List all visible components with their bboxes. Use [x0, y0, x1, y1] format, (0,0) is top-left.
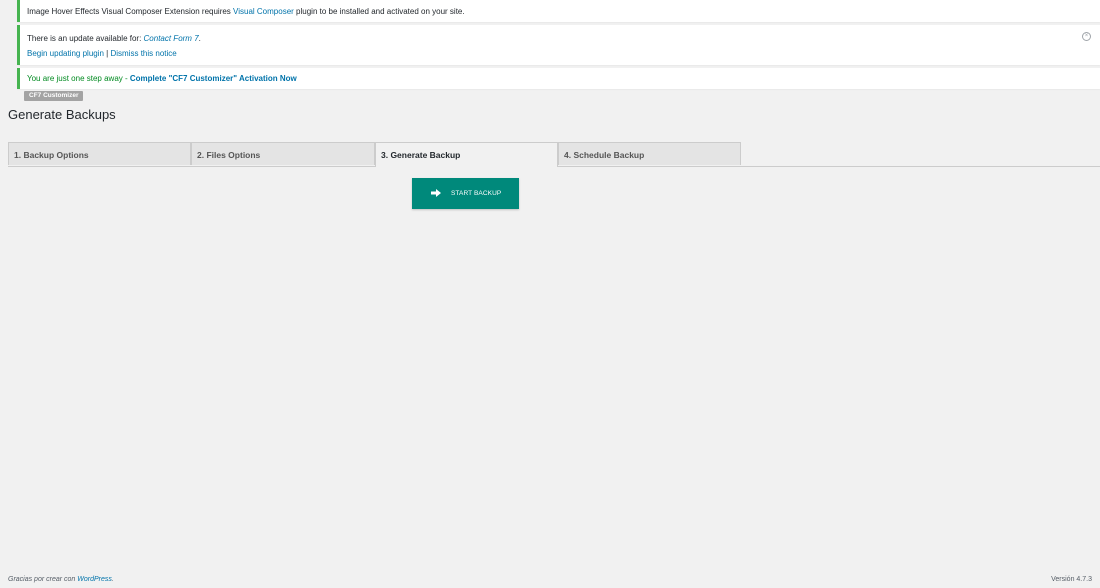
notice-vc-text-before: Image Hover Effects Visual Composer Exte…	[27, 7, 234, 16]
notice-cf7-activation: You are just one step away - Complete "C…	[17, 68, 1100, 89]
footer-thanks-before: Gracias por crear con	[8, 576, 78, 583]
tab-backup-options[interactable]: 1. Backup Options	[8, 142, 191, 165]
dismiss-notice-link[interactable]: Dismiss this notice	[110, 49, 176, 58]
notice-plugin-update: There is an update available for: Contac…	[17, 25, 1100, 65]
notice-vc-text-after: plugin to be installed and activated on …	[293, 7, 465, 16]
arrow-right-icon	[431, 189, 441, 197]
footer-thanks: Gracias por crear con WordPress.	[8, 576, 114, 583]
contact-form-7-link[interactable]: Contact Form 7	[144, 34, 199, 43]
wordpress-link[interactable]: WordPress	[77, 576, 112, 583]
notice-visual-composer: Image Hover Effects Visual Composer Exte…	[17, 0, 1100, 22]
notice-update-text-after: .	[198, 34, 201, 43]
cf7-customizer-badge[interactable]: CF7 Customizer	[24, 91, 84, 101]
notice-update-actions: Begin updating plugin | Dismiss this not…	[27, 49, 1100, 59]
backup-tabs: 1. Backup Options 2. Files Options 3. Ge…	[8, 142, 1100, 167]
notice-cf7-text: You are just one step away - Complete "C…	[27, 74, 1100, 84]
notice-vc-text: Image Hover Effects Visual Composer Exte…	[27, 7, 1100, 17]
page-title: Generate Backups	[8, 107, 116, 122]
start-backup-label: START BACKUP	[451, 190, 502, 197]
cf7-activation-link[interactable]: Complete "CF7 Customizer" Activation Now	[130, 74, 297, 83]
close-circle-icon[interactable]: ×	[1082, 32, 1091, 41]
footer-thanks-after: .	[111, 576, 114, 583]
notice-update-text-before: There is an update available for:	[27, 34, 144, 43]
begin-updating-plugin-link[interactable]: Begin updating plugin	[27, 49, 104, 58]
footer-version: Versión 4.7.3	[1051, 576, 1092, 583]
tab-files-options[interactable]: 2. Files Options	[191, 142, 375, 165]
tab-schedule-backup[interactable]: 4. Schedule Backup	[558, 142, 741, 165]
notice-update-text: There is an update available for: Contac…	[27, 34, 1100, 44]
visual-composer-link[interactable]: Visual Composer	[233, 7, 294, 16]
tab-generate-backup[interactable]: 3. Generate Backup	[375, 142, 558, 167]
start-backup-button[interactable]: START BACKUP	[412, 178, 519, 209]
notice-cf7-text-before: You are just one step away -	[27, 74, 130, 83]
